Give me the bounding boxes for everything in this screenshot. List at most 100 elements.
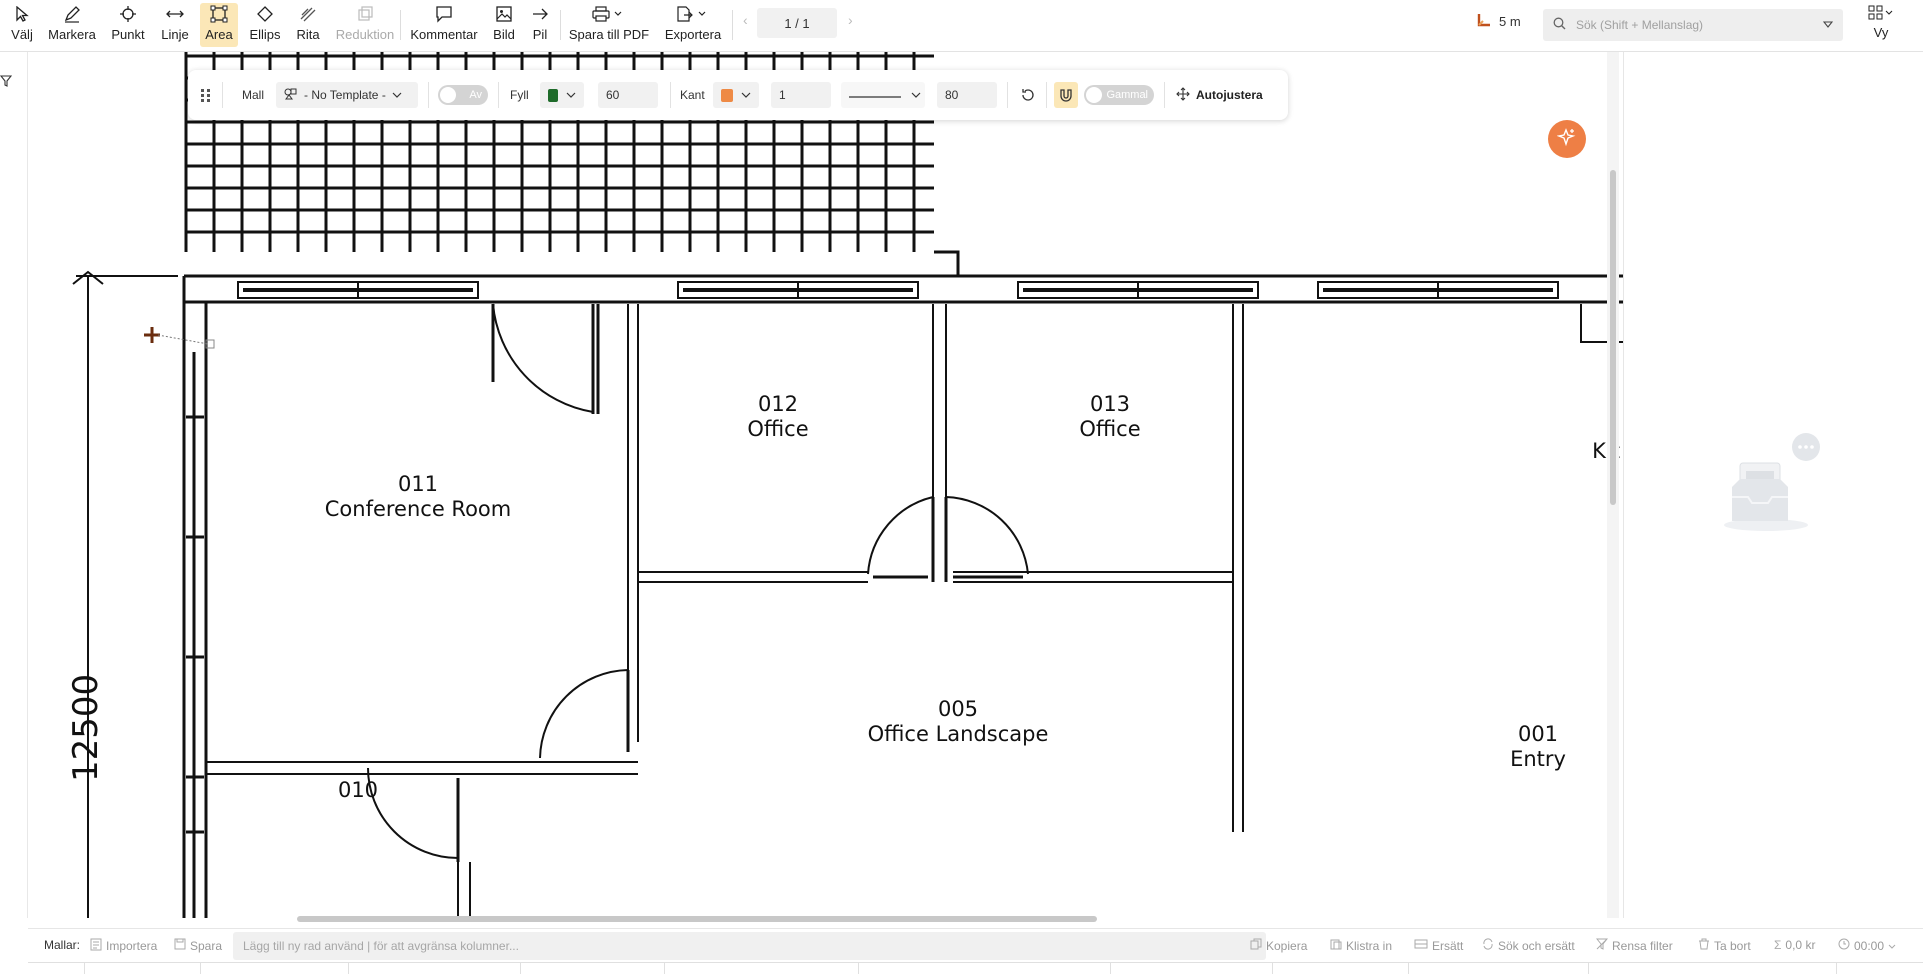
tool-area-button[interactable]: Area (200, 3, 238, 47)
enable-toggle[interactable]: Av (438, 82, 488, 108)
line-opacity-input[interactable]: 80 (937, 82, 997, 108)
room-label-011[interactable]: 011 Conference Room (318, 472, 518, 522)
toolbar-divider (1046, 82, 1047, 108)
snap-magnet-icon[interactable] (1054, 82, 1078, 108)
horizontal-scrollbar-thumb[interactable] (297, 916, 1097, 922)
floor-plan-drawing[interactable] (28, 52, 1623, 918)
tool-spara-pdf-button[interactable]: Spara till PDF (566, 3, 652, 47)
search-input[interactable] (1576, 18, 1823, 32)
border-color-swatch (721, 88, 733, 102)
app-window: Välj Markera Punkt Linje Area Ellips Rit… (0, 0, 1923, 974)
tool-valj-button[interactable]: Välj (6, 3, 38, 47)
tool-reduktion-button[interactable]: Reduktion (334, 3, 396, 47)
previous-page-icon[interactable]: ‹ (743, 12, 748, 28)
scale-label: 5 m (1499, 14, 1521, 29)
next-page-icon[interactable]: › (848, 12, 853, 28)
tool-rita-button[interactable]: Rita (292, 3, 324, 47)
template-label: Mall (242, 88, 265, 102)
toolbar-divider (732, 10, 733, 40)
save-button[interactable]: Spara (174, 938, 222, 953)
crosshair-cursor-icon (144, 327, 215, 349)
arrow-right-icon (529, 3, 551, 25)
template-select[interactable]: - No Template - (276, 82, 418, 108)
border-label: Kant (680, 88, 705, 102)
room-label-010[interactable]: 010 (318, 778, 398, 802)
search-icon (1553, 17, 1566, 33)
room-label-005[interactable]: 005 Office Landscape (848, 697, 1068, 747)
import-button[interactable]: Importera (90, 938, 157, 954)
scale-indicator[interactable]: 5 m (1477, 13, 1521, 30)
empty-inbox-illustration (1724, 427, 1824, 542)
toolbar-divider (1164, 82, 1165, 108)
view-menu-button[interactable]: Vy (1864, 5, 1898, 40)
tool-exportera-button[interactable]: Exportera (660, 3, 726, 47)
find-replace-icon (1482, 938, 1494, 953)
new-row-input[interactable] (233, 932, 1266, 960)
search-options-icon[interactable] (1822, 18, 1834, 32)
copy-icon (1250, 938, 1262, 953)
old-mode-toggle[interactable]: Gammal (1084, 82, 1154, 108)
room-label-012[interactable]: 012 Office (718, 392, 838, 442)
time-sum[interactable]: 00:00 (1838, 938, 1896, 953)
freehand-draw-icon (297, 3, 319, 25)
dimension-label: 12500 (66, 673, 106, 782)
cursor-arrow-icon (11, 3, 33, 25)
toolbar-divider (670, 82, 671, 108)
fill-color-picker[interactable] (540, 82, 584, 108)
reset-icon[interactable] (1020, 82, 1036, 108)
fill-color-swatch (548, 88, 558, 102)
paste-icon (1330, 938, 1342, 953)
delete-button[interactable]: Ta bort (1698, 938, 1751, 953)
autoadjust-button[interactable]: Autojustera (1176, 82, 1263, 108)
sum-sigma-icon: Σ (1774, 938, 1782, 952)
redaction-icon (354, 3, 376, 25)
fill-opacity-input[interactable]: 60 (598, 82, 658, 108)
export-file-icon (673, 3, 713, 25)
room-label-013[interactable]: 013 Office (1050, 392, 1170, 442)
toolbar-divider (428, 82, 429, 108)
toolbar-divider (400, 10, 401, 40)
ai-assistant-button[interactable] (1548, 120, 1586, 158)
search-box[interactable] (1543, 9, 1843, 41)
chevron-down-icon (392, 88, 402, 102)
tool-bild-button[interactable]: Bild (488, 3, 520, 47)
solid-line-icon (849, 88, 901, 102)
chevron-down-icon (741, 88, 751, 102)
templates-bottom-bar: Mallar: Importera Spara Kopiera Klistra … (28, 928, 1923, 962)
toolbar-divider (560, 10, 561, 40)
clear-filter-button[interactable]: Rensa filter (1595, 938, 1673, 953)
vertical-scrollbar-thumb[interactable] (1610, 170, 1616, 505)
line-style-select[interactable] (841, 82, 925, 108)
page-indicator[interactable]: 1 / 1 (757, 8, 837, 38)
copy-button[interactable]: Kopiera (1250, 938, 1307, 953)
replace-icon (1414, 938, 1428, 953)
double-arrow-line-icon (164, 3, 186, 25)
filter-icon[interactable] (0, 74, 13, 92)
sparkle-star-icon (1556, 127, 1577, 152)
find-replace-button[interactable]: Sök och ersätt (1482, 938, 1575, 953)
replace-button[interactable]: Ersätt (1414, 938, 1463, 953)
comment-bubble-icon (433, 3, 455, 25)
tool-linje-button[interactable]: Linje (158, 3, 192, 47)
border-color-picker[interactable] (713, 82, 759, 108)
image-icon (493, 3, 515, 25)
chevron-down-icon (566, 88, 576, 102)
trash-icon (1698, 938, 1710, 953)
border-width-input[interactable]: 1 (771, 82, 831, 108)
printer-icon (589, 3, 629, 25)
template-shapes-icon (284, 88, 298, 103)
tool-pil-button[interactable]: Pil (526, 3, 554, 47)
tool-markera-button[interactable]: Markera (44, 3, 100, 47)
templates-label: Mallar: (44, 938, 81, 952)
table-column-header-row (28, 962, 1923, 974)
room-label-001[interactable]: 001 Entry (1478, 722, 1598, 772)
tool-ellips-button[interactable]: Ellips (246, 3, 284, 47)
annotation-properties-toolbar: Mall - No Template - Av Fyll 60 Kant 1 8… (188, 70, 1288, 120)
drag-handle-icon[interactable] (200, 82, 212, 108)
tool-punkt-button[interactable]: Punkt (108, 3, 148, 47)
cost-sum: Σ 0,0 kr (1774, 938, 1816, 952)
drawing-canvas[interactable]: 12500 011 Conference Room 012 Office 013… (28, 52, 1623, 918)
grid-view-icon (1864, 5, 1898, 25)
paste-button[interactable]: Klistra in (1330, 938, 1392, 953)
tool-kommentar-button[interactable]: Kommentar (408, 3, 480, 47)
